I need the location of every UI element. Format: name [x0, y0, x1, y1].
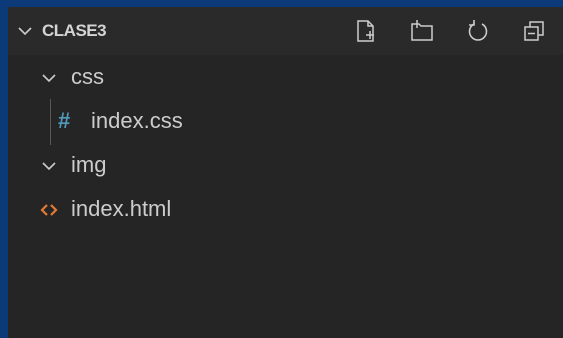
indent-guide — [50, 99, 51, 145]
folder-title: CLASE3 — [42, 21, 107, 40]
tree-item-label: img — [71, 152, 107, 177]
tree-folder-img[interactable]: img — [8, 143, 563, 187]
new-folder-icon[interactable] — [409, 18, 435, 44]
css-hash-icon: # — [58, 108, 71, 133]
tree-file-index-html[interactable]: index.html — [8, 187, 563, 231]
window-frame: CLASE3 css # index.css img index.html — [0, 0, 563, 338]
tree-folder-css[interactable]: css — [8, 55, 563, 99]
refresh-icon[interactable] — [465, 18, 491, 44]
tree-file-index-css[interactable]: # index.css — [8, 99, 563, 143]
new-file-icon[interactable] — [353, 18, 379, 44]
tree-item-label: css — [71, 64, 104, 89]
html-brackets-icon — [40, 202, 58, 218]
chevron-down-icon[interactable] — [41, 70, 57, 86]
chevron-down-icon[interactable] — [17, 23, 33, 39]
chevron-down-icon[interactable] — [41, 158, 57, 174]
collapse-all-icon[interactable] — [521, 18, 547, 44]
tree-item-label: index.css — [91, 108, 183, 133]
explorer-panel: CLASE3 css # index.css img index.html — [8, 7, 563, 338]
explorer-folder-header[interactable]: CLASE3 — [8, 7, 563, 55]
tree-item-label: index.html — [71, 196, 172, 221]
